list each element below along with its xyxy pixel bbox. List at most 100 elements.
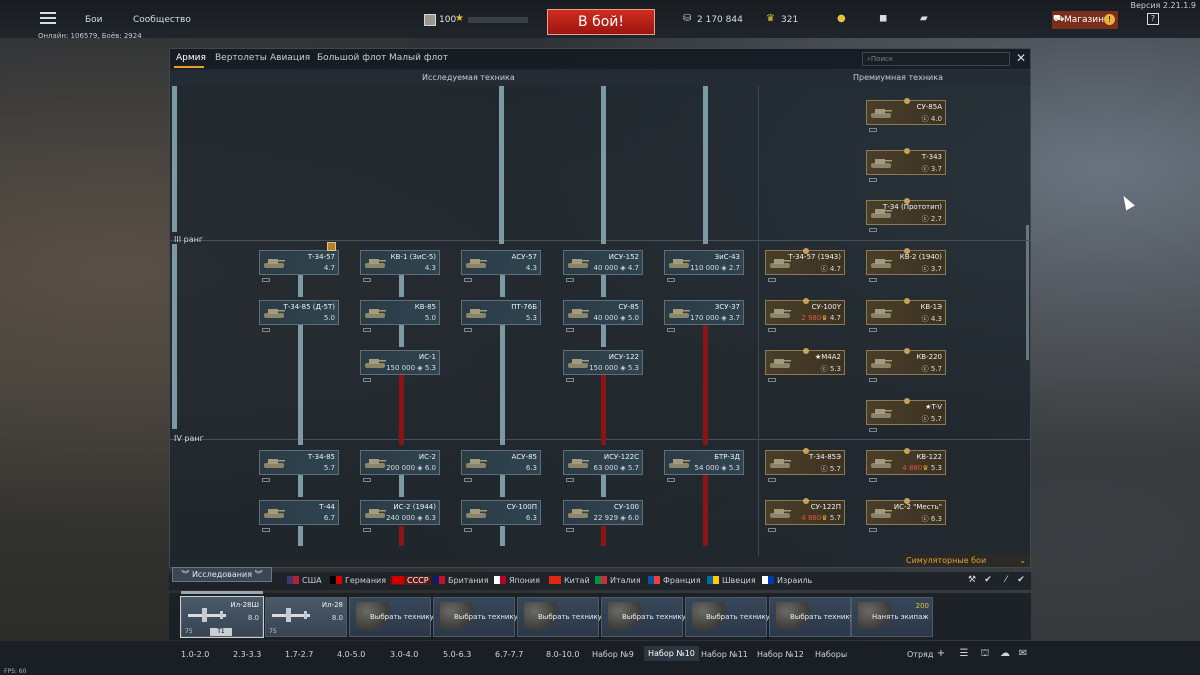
vehicle-slot-button[interactable]: [363, 278, 371, 282]
vehicle-card[interactable]: ЗиС-43 110 000 ◈ 2.7: [664, 250, 744, 282]
nation-tab[interactable]: Израиль: [762, 576, 812, 585]
game-mode-select[interactable]: Симуляторные бои ⌄: [903, 554, 1030, 567]
lightbulb-icon[interactable]: ●: [837, 13, 846, 24]
vehicle-slot-button[interactable]: [566, 378, 574, 382]
tab-aviation[interactable]: Авиация: [270, 53, 310, 63]
nav-battles[interactable]: Бои: [85, 15, 103, 25]
br-preset-button[interactable]: 4.0-5.0: [337, 650, 365, 659]
vehicle-card[interactable]: СУ-100 22 929 ◈ 6.0: [563, 500, 643, 532]
premium-vehicle-card[interactable]: ★T-V ⓒ 5.7: [866, 398, 946, 432]
nation-tab[interactable]: Япония: [494, 576, 540, 585]
br-preset-button[interactable]: 5.0-6.3: [443, 650, 471, 659]
tree-scrollbar[interactable]: [1026, 225, 1029, 360]
nation-tab[interactable]: Франция: [648, 576, 701, 585]
vehicle-slot-button[interactable]: [566, 328, 574, 332]
vehicle-slot-button[interactable]: [363, 478, 371, 482]
premium-vehicle-card[interactable]: КВ-220 ⓒ 5.7: [866, 348, 946, 382]
nation-tab[interactable]: Швеция: [707, 576, 756, 585]
vehicle-slot-button[interactable]: [869, 478, 877, 482]
vehicle-card[interactable]: АСУ-57 4.3: [461, 250, 541, 282]
br-preset-button[interactable]: 2.3-3.3: [233, 650, 261, 659]
vehicle-card[interactable]: БТР-ЗД 54 000 ◈ 5.3: [664, 450, 744, 482]
vehicle-slot[interactable]: Ил-28 8.0 75: [265, 597, 347, 637]
premium-vehicle-card[interactable]: СУ-100Y 2 980♛ 4.7: [765, 298, 845, 332]
vehicle-slot[interactable]: Ил-28Ш 8.0 75 Т1: [180, 596, 264, 638]
vehicle-slot-button[interactable]: [869, 528, 877, 532]
tab-coastal-fleet[interactable]: Малый флот: [389, 53, 448, 63]
tab-bluewater-fleet[interactable]: Большой флот: [317, 53, 386, 63]
premium-vehicle-card[interactable]: ИС-2 "Месть" ⓒ 6.3: [866, 498, 946, 532]
vehicle-card[interactable]: ИС-1 150 000 ◈ 5.3: [360, 350, 440, 382]
vehicle-card[interactable]: Т-34-85 (Д-5Т) 5.0: [259, 300, 339, 332]
vehicle-slot-button[interactable]: [869, 128, 877, 132]
empty-crew-slot[interactable]: Выбрать технику: [433, 597, 518, 637]
tab-helicopters[interactable]: Вертолеты: [215, 53, 267, 63]
vehicle-slot-button[interactable]: [464, 528, 472, 532]
nation-tab[interactable]: Италия: [595, 576, 641, 585]
vehicle-slot-button[interactable]: [566, 278, 574, 282]
vehicle-slot-button[interactable]: [464, 328, 472, 332]
br-preset-button[interactable]: 1.0-2.0: [181, 650, 209, 659]
vehicle-slot-button[interactable]: [768, 528, 776, 532]
premium-vehicle-card[interactable]: ★M4A2 ⓒ 5.3: [765, 348, 845, 382]
empty-crew-slot[interactable]: Выбрать технику: [601, 597, 686, 637]
vehicle-card[interactable]: Т-34-57 4.7: [259, 242, 339, 282]
vehicle-slot-button[interactable]: [262, 328, 270, 332]
ticket-icon[interactable]: ▰: [920, 13, 928, 24]
check-icon[interactable]: ✔: [1015, 575, 1027, 587]
box-icon[interactable]: ◼: [879, 13, 887, 24]
premium-vehicle-card[interactable]: Т-34 (Прототип) ⓒ 2.7: [866, 198, 946, 232]
vehicle-slot-button[interactable]: [869, 178, 877, 182]
battle-button[interactable]: В бой!: [547, 9, 655, 35]
premium-vehicle-card[interactable]: КВ-122 4 880♛ 5.3: [866, 448, 946, 482]
nav-community[interactable]: Сообщество: [133, 15, 191, 25]
vehicle-card[interactable]: ИС-2 (1944) 240 000 ◈ 6.3: [360, 500, 440, 532]
br-preset-button[interactable]: 8.0-10.0: [546, 650, 579, 659]
vehicle-card[interactable]: ЗСУ-37 170 000 ◈ 3.7: [664, 300, 744, 332]
vehicle-slot-button[interactable]: [667, 478, 675, 482]
avatar[interactable]: [424, 14, 436, 26]
preset-button[interactable]: Набор №10: [644, 646, 699, 661]
research-button[interactable]: ︾ Исследования ︾: [172, 567, 272, 582]
preset-button[interactable]: Набор №11: [701, 650, 748, 659]
premium-vehicle-card[interactable]: Т-34-57 (1943) ⓒ 4.7: [765, 248, 845, 282]
nation-tab[interactable]: США: [287, 576, 322, 585]
vehicle-slot-button[interactable]: [869, 278, 877, 282]
br-preset-button[interactable]: 6.7-7.7: [495, 650, 523, 659]
premium-vehicle-card[interactable]: СУ-122П 4 880♛ 5.7: [765, 498, 845, 532]
vehicle-card[interactable]: ИСУ-122 150 000 ◈ 5.3: [563, 350, 643, 382]
vehicle-slot-button[interactable]: [363, 528, 371, 532]
vehicle-card[interactable]: Т-44 6.7: [259, 500, 339, 532]
premium-vehicle-card[interactable]: СУ-85А ⓒ 4.0: [866, 98, 946, 132]
vehicle-card[interactable]: АСУ-85 6.3: [461, 450, 541, 482]
vehicle-slot-button[interactable]: [464, 478, 472, 482]
empty-crew-slot[interactable]: Выбрать технику: [769, 597, 854, 637]
vehicle-card[interactable]: ИСУ-152 40 000 ◈ 4.7: [563, 250, 643, 282]
premium-vehicle-card[interactable]: КВ-1Э ⓒ 4.3: [866, 298, 946, 332]
vehicle-slot-button[interactable]: [262, 278, 270, 282]
vehicle-slot-button[interactable]: [566, 528, 574, 532]
empty-crew-slot[interactable]: Нанять экипаж 200: [851, 597, 933, 637]
empty-crew-slot[interactable]: Выбрать технику: [349, 597, 434, 637]
list-icon[interactable]: ☰: [957, 648, 971, 662]
empty-crew-slot[interactable]: Выбрать технику: [685, 597, 770, 637]
empty-crew-slot[interactable]: Выбрать технику: [517, 597, 602, 637]
vehicle-slot-button[interactable]: [869, 428, 877, 432]
br-preset-button[interactable]: 1.7-2.7: [285, 650, 313, 659]
vehicle-card[interactable]: СУ-85 40 000 ◈ 5.0: [563, 300, 643, 332]
plus-icon[interactable]: +: [934, 648, 948, 662]
chat-icon[interactable]: ☁: [998, 648, 1012, 662]
vehicle-slot-button[interactable]: [363, 378, 371, 382]
vehicle-card[interactable]: КВ-85 5.0: [360, 300, 440, 332]
vehicle-card[interactable]: Т-34-85 5.7: [259, 450, 339, 482]
vehicle-card[interactable]: ИС-2 200 000 ◈ 6.0: [360, 450, 440, 482]
nation-tab[interactable]: Британия: [433, 576, 489, 585]
vehicle-slot-button[interactable]: [869, 328, 877, 332]
squad-label[interactable]: Отряд: [907, 650, 933, 659]
nation-tab[interactable]: Китай: [549, 576, 590, 585]
clan-icon[interactable]: ⛫: [978, 648, 992, 662]
vehicle-slot-button[interactable]: [262, 478, 270, 482]
vehicle-slot-button[interactable]: [768, 478, 776, 482]
preset-button[interactable]: Набор №12: [757, 650, 804, 659]
close-icon[interactable]: ✕: [1016, 51, 1030, 65]
